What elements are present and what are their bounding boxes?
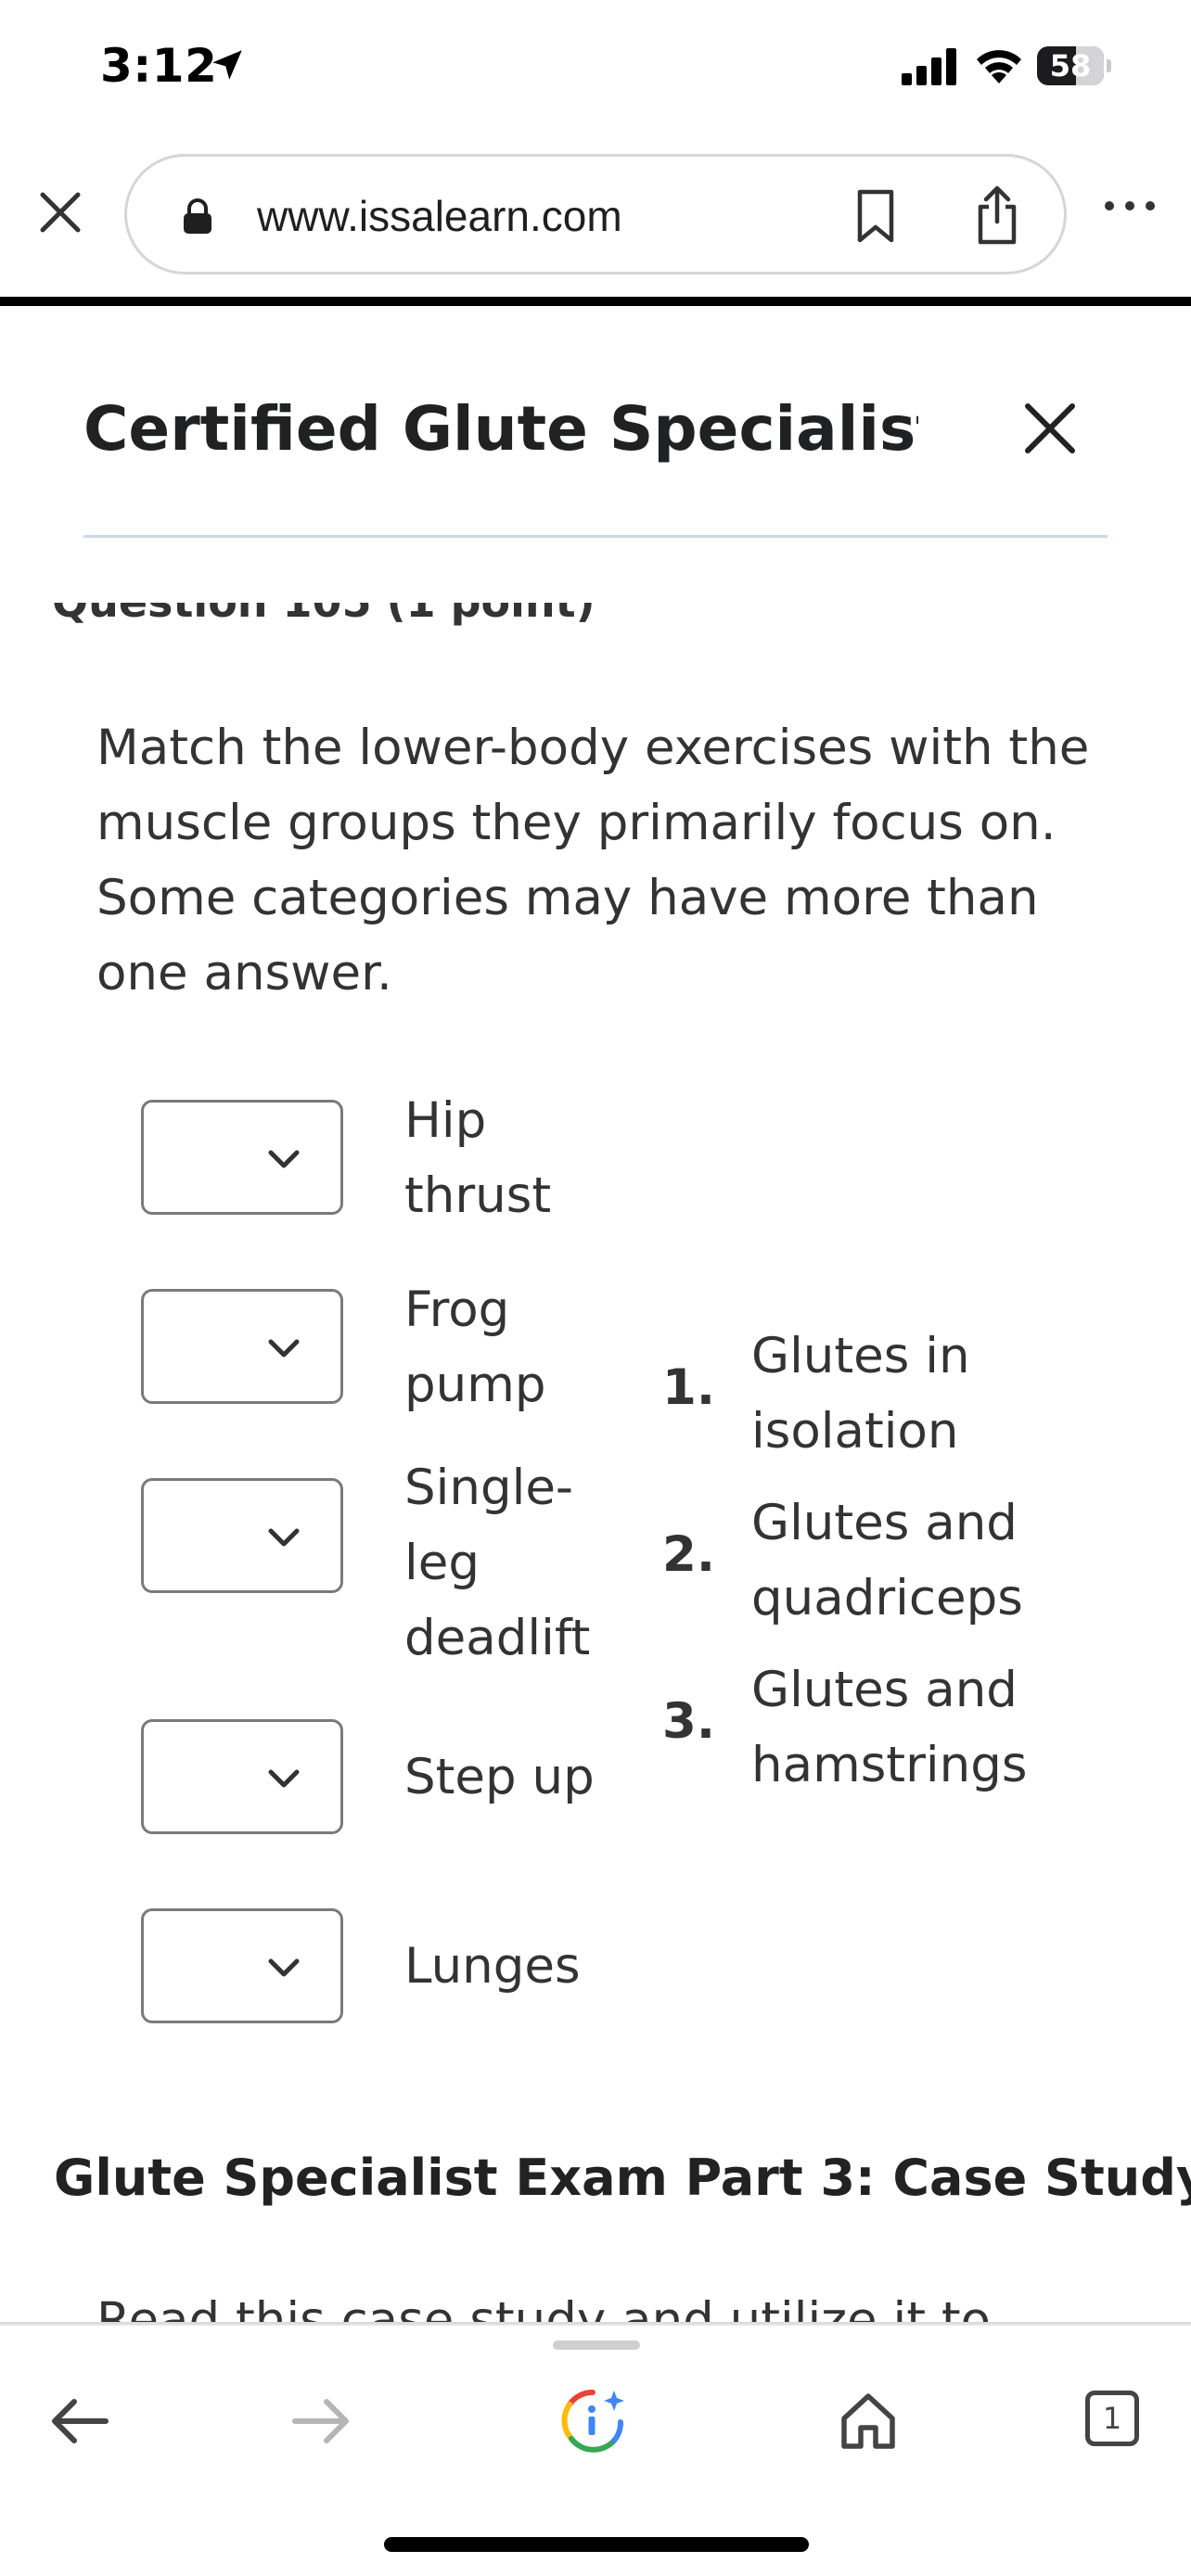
question-prompt: Match the lower-body exercises with the … bbox=[96, 720, 1090, 1001]
drag-handle[interactable] bbox=[553, 2340, 640, 2350]
question-heading: Question 105 (1 point) bbox=[52, 603, 701, 657]
chevron-down-icon bbox=[268, 1528, 300, 1547]
match-select-hip-thrust[interactable] bbox=[141, 1100, 343, 1215]
home-indicator[interactable] bbox=[384, 2537, 809, 2552]
header-divider bbox=[83, 535, 1108, 538]
forward-arrow-icon[interactable] bbox=[288, 2391, 354, 2452]
answer-text: Glutes in isolation bbox=[751, 1328, 970, 1460]
section-heading: Glute Specialist Exam Part 3: Case Study bbox=[54, 2149, 1191, 2207]
match-term: Frog pump bbox=[404, 1282, 546, 1413]
match-select-lunges[interactable] bbox=[141, 1908, 343, 2023]
question-heading-text: Question 105 (1 point) bbox=[52, 603, 596, 627]
match-select-step-up[interactable] bbox=[141, 1719, 343, 1834]
google-lens-icon[interactable] bbox=[558, 2387, 627, 2454]
chevron-down-icon bbox=[268, 1958, 300, 1977]
cellular-signal-icon bbox=[902, 48, 956, 85]
lock-icon bbox=[184, 198, 211, 234]
status-bar: 3:12 58 bbox=[0, 0, 1191, 139]
course-title: Certified Glute Specialist ... bbox=[83, 393, 918, 465]
match-select-frog-pump[interactable] bbox=[141, 1289, 343, 1404]
battery-percentage: 58 bbox=[1049, 48, 1092, 83]
wifi-icon bbox=[977, 50, 1021, 83]
chevron-down-icon bbox=[268, 1769, 300, 1788]
close-browser-icon[interactable] bbox=[35, 187, 85, 237]
match-term: Step up bbox=[404, 1749, 595, 1805]
home-icon[interactable] bbox=[839, 2391, 898, 2452]
answer-number: 1. bbox=[662, 1359, 716, 1416]
answer-number: 2. bbox=[662, 1526, 716, 1583]
battery-indicator: 58 bbox=[1037, 46, 1111, 85]
page-top-rule bbox=[0, 297, 1191, 306]
answer-text: Glutes and quadriceps bbox=[751, 1495, 1023, 1626]
back-arrow-icon[interactable] bbox=[46, 2391, 113, 2452]
match-term: Single-leg deadlift bbox=[404, 1460, 591, 1666]
section-intro-text: Read this case study and utilize it to bbox=[96, 2292, 992, 2324]
tabs-count-button[interactable]: 1 bbox=[1085, 2391, 1139, 2446]
status-time: 3:12 bbox=[100, 39, 218, 93]
section-intro-clip: Read this case study and utilize it to bbox=[96, 2292, 1117, 2324]
battery-nub bbox=[1107, 59, 1111, 72]
answer-text: Glutes and hamstrings bbox=[751, 1662, 1028, 1793]
match-term: Hip thrust bbox=[404, 1092, 552, 1224]
more-options-icon[interactable] bbox=[1102, 197, 1158, 215]
match-select-single-leg-deadlift[interactable] bbox=[141, 1478, 343, 1593]
match-term: Lunges bbox=[404, 1938, 581, 1995]
address-bar[interactable]: www.issalearn.com bbox=[124, 154, 1067, 274]
url-text[interactable]: www.issalearn.com bbox=[257, 188, 622, 244]
bookmark-icon[interactable] bbox=[854, 188, 897, 244]
chevron-down-icon bbox=[268, 1150, 300, 1168]
share-icon[interactable] bbox=[973, 185, 1021, 246]
chevron-down-icon bbox=[268, 1339, 300, 1358]
location-arrow-icon bbox=[212, 50, 242, 80]
answer-number: 3. bbox=[662, 1693, 716, 1750]
close-modal-icon[interactable] bbox=[1022, 401, 1078, 456]
